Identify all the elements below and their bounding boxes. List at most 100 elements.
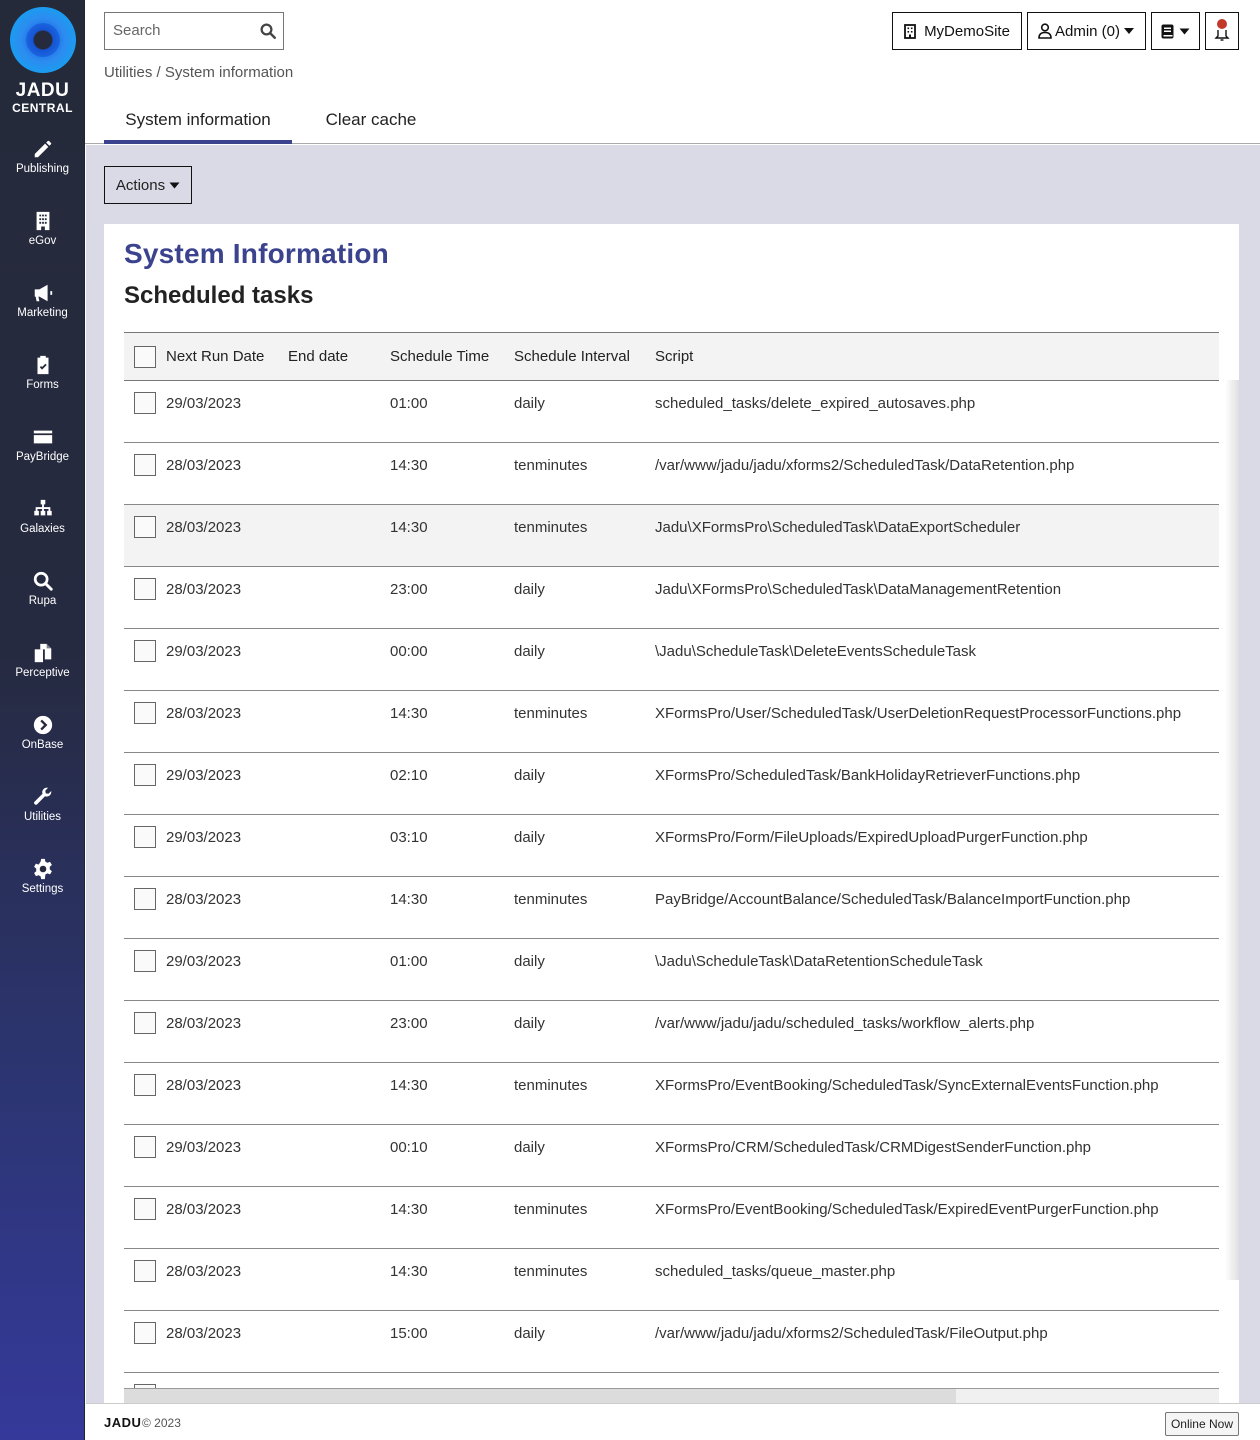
table-row[interactable]: 28/03/2023 14:30 tenminutes Jadu\XFormsPro\…	[124, 504, 1219, 567]
row-checkbox[interactable]	[134, 702, 156, 724]
docs-menu-button[interactable]	[1151, 12, 1200, 50]
notifications-button[interactable]	[1205, 12, 1239, 50]
cell-end-date	[288, 505, 390, 567]
building-icon	[904, 23, 916, 39]
cell-select	[124, 877, 166, 939]
breadcrumb-current: System information	[164, 64, 294, 81]
cell-end-date	[288, 443, 390, 505]
table-row[interactable]: 29/03/2023 02:10 daily XFormsPro/ScheduledT…	[124, 753, 1219, 815]
table-row[interactable]: 28/03/2023 14:30 tenminutes XFormsPro/Event…	[124, 1063, 1219, 1125]
row-checkbox[interactable]	[134, 1198, 156, 1220]
cell-schedule-time: 14:30	[390, 1263, 428, 1280]
cell-script: XFormsPro/ScheduledTask/BankHolidayRetri…	[655, 767, 1081, 784]
sidebar-item-settings[interactable]: Settings	[0, 858, 85, 918]
table-row[interactable]: 28/03/2023 23:00 daily Jadu\XFormsPro\Sched…	[124, 567, 1219, 629]
row-checkbox[interactable]	[134, 392, 156, 414]
row-checkbox[interactable]	[134, 640, 156, 662]
cell-schedule-time: 14:30	[390, 457, 428, 474]
table-row[interactable]: 29/03/2023 00:00 daily \Jadu\ScheduleTask\D…	[124, 629, 1219, 691]
caret-down-icon	[1179, 28, 1190, 34]
sidebar-item-galaxies[interactable]: Galaxies	[0, 498, 85, 558]
sidebar-item-utilities[interactable]: Utilities	[0, 786, 85, 846]
row-checkbox[interactable]	[134, 1260, 156, 1282]
jadu-central-logo[interactable]: JADU CENTRAL	[0, 0, 85, 120]
cell-select	[124, 939, 166, 1001]
cell-end-date	[288, 381, 390, 443]
online-now-button[interactable]: Online Now	[1164, 1412, 1239, 1436]
actions-dropdown-button[interactable]: Actions	[104, 166, 192, 204]
column-header-schedule-interval[interactable]: Schedule Interval	[514, 333, 655, 381]
sidebar-item-marketing[interactable]: Marketing	[0, 282, 85, 342]
sidebar-item-label: Galaxies	[20, 523, 65, 535]
column-header-script[interactable]: Script	[655, 333, 1219, 381]
cell-end-date	[288, 1063, 390, 1125]
cell-script	[655, 1373, 1219, 1389]
horizontal-scrollbar[interactable]	[124, 1388, 1219, 1403]
row-checkbox[interactable]	[134, 578, 156, 600]
book-icon	[1161, 24, 1174, 38]
table-row[interactable]: 28/03/2023 14:30 tenminutes XFormsPro/User/…	[124, 691, 1219, 753]
sidebar-item-perceptive[interactable]: Perceptive	[0, 642, 85, 702]
sidebar-item-publishing[interactable]: Publishing	[0, 138, 85, 198]
cell-select	[124, 567, 166, 629]
sidebar-item-egov[interactable]: eGov	[0, 210, 85, 270]
table-row[interactable]: 28/03/2023 14:30 tenminutes scheduled_tasks…	[124, 1249, 1219, 1311]
sidebar-item-onbase[interactable]: OnBase	[0, 714, 85, 774]
cell-next-run-date	[166, 1373, 288, 1389]
sidebar-item-paybridge[interactable]: PayBridge	[0, 426, 85, 486]
caret-down-icon	[169, 182, 180, 188]
table-row[interactable]: 29/03/2023 03:10 daily XFormsPro/Form/FileU…	[124, 815, 1219, 877]
table-row[interactable]: 28/03/2023 23:00 daily/var/www/jadu/jadu/s…	[124, 1001, 1219, 1063]
cell-schedule-time: 14:30	[390, 1077, 428, 1094]
table-row[interactable]: 29/03/2023 00:10 daily XFormsPro/CRM/Schedu…	[124, 1125, 1219, 1187]
sidebar-item-label: Forms	[26, 379, 59, 391]
row-checkbox[interactable]	[134, 1012, 156, 1034]
table-row[interactable]: 28/03/2023 14:30 tenminutes XFormsPro/Event…	[124, 1187, 1219, 1249]
column-header-schedule-time[interactable]: Schedule Time	[390, 333, 514, 381]
bell-icon	[1214, 19, 1230, 41]
breadcrumb-utilities[interactable]: Utilities	[104, 64, 152, 81]
sidebar-item-label: eGov	[28, 235, 57, 247]
cell-script: /var/www/jadu/jadu/xforms2/ScheduledTask…	[655, 457, 1075, 474]
column-header-end-date[interactable]: End date	[288, 333, 390, 381]
cell-select	[124, 753, 166, 815]
table-row[interactable]: 29/03/2023 01:00 daily scheduled_tasks/dele…	[124, 381, 1219, 443]
search-input[interactable]	[105, 13, 245, 47]
search-icon[interactable]	[259, 22, 277, 40]
cell-schedule-interval: daily	[514, 395, 545, 412]
row-checkbox[interactable]	[134, 888, 156, 910]
cell-script: Jadu\XFormsPro\ScheduledTask\DataManagem…	[655, 581, 1062, 598]
row-checkbox[interactable]	[134, 1322, 156, 1344]
table-row[interactable]: 28/03/2023 15:00 daily/var/www/jadu/jadu/x…	[124, 1311, 1219, 1373]
row-checkbox[interactable]	[134, 1074, 156, 1096]
user-menu-button[interactable]: Admin (0)	[1027, 12, 1146, 50]
row-checkbox[interactable]	[134, 1136, 156, 1158]
cell-next-run-date: 29/03/2023	[166, 643, 242, 660]
table-row[interactable]: 29/03/2023 01:00 daily \Jadu\ScheduleTask\D…	[124, 939, 1219, 1001]
row-checkbox[interactable]	[134, 454, 156, 476]
footer-copyright: © 2023	[142, 1416, 181, 1430]
tab-clear-cache[interactable]: Clear cache	[311, 100, 431, 144]
row-checkbox[interactable]	[134, 516, 156, 538]
site-switcher-button[interactable]: MyDemoSite	[892, 12, 1022, 50]
caret-down-icon	[1124, 28, 1135, 34]
table-row[interactable]: 28/03/2023 14:30 tenminutes PayBridge/Accou…	[124, 877, 1219, 939]
tab-system-information[interactable]: System information	[104, 100, 292, 144]
cell-end-date	[288, 1187, 390, 1249]
horizontal-scrollbar-thumb[interactable]	[124, 1389, 957, 1403]
cell-next-run-date: 28/03/2023	[166, 519, 242, 536]
row-checkbox[interactable]	[134, 826, 156, 848]
cell-end-date	[288, 1249, 390, 1311]
table-row[interactable]	[124, 1373, 1219, 1389]
cell-schedule-time: 14:30	[390, 705, 428, 722]
site-name: MyDemoSite	[924, 22, 1010, 40]
sidebar-item-rupa[interactable]: Rupa	[0, 570, 85, 630]
row-checkbox[interactable]	[134, 950, 156, 972]
cell-select	[124, 1373, 166, 1388]
sidebar-item-forms[interactable]: Forms	[0, 354, 85, 414]
cell-script: \Jadu\ScheduleTask\DataRetentionSchedule…	[655, 953, 983, 970]
column-header-next-run-date[interactable]: Next Run Date	[166, 333, 288, 381]
select-all-checkbox[interactable]	[134, 345, 156, 368]
table-row[interactable]: 28/03/2023 14:30 tenminutes/var/www/jadu/j…	[124, 443, 1219, 505]
row-checkbox[interactable]	[134, 764, 156, 786]
